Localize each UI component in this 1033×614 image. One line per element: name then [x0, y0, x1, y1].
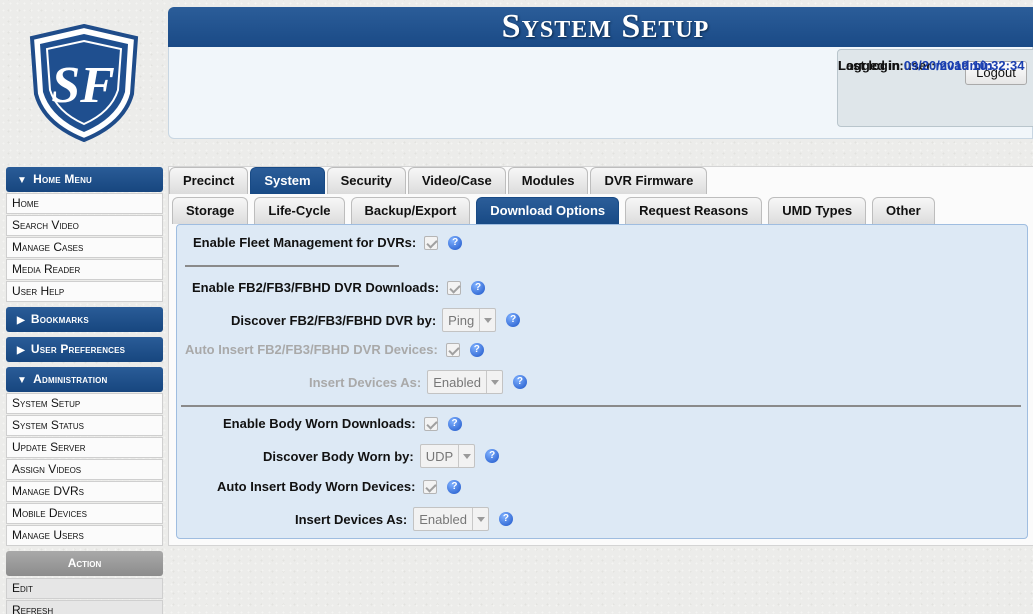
sidebar-item-assign-videos[interactable]: Assign Videos	[6, 459, 163, 480]
header-bar: System Setup	[168, 7, 1033, 47]
fb-auto-insert-label: Auto Insert FB2/FB3/FBHD DVR Devices:	[185, 342, 438, 357]
chevron-down-icon	[471, 508, 488, 530]
bw-insert-as-select[interactable]: Enabled	[413, 507, 489, 531]
sidebar-head-label: Bookmarks	[30, 312, 89, 326]
sidebar: ▼ Home Menu Home Search Video Manage Case…	[6, 167, 163, 614]
fb-discover-label: Discover FB2/FB3/FBHD DVR by:	[231, 312, 437, 328]
help-icon[interactable]: ?	[469, 342, 484, 357]
tab-backup-export[interactable]: Backup/Export	[350, 197, 471, 224]
logo-text: SF	[51, 57, 115, 114]
last-login-value: 09/20/2019 10:32:34	[903, 58, 1025, 73]
bw-auto-insert-row: Auto Insert Body Worn Devices: ?	[217, 479, 462, 494]
fb-discover-row: Discover FB2/FB3/FBHD DVR by: Ping ?	[231, 308, 521, 332]
sidebar-item-system-setup[interactable]: System Setup	[6, 393, 163, 414]
tab-request-reasons[interactable]: Request Reasons	[625, 197, 763, 224]
fb-insert-as-select[interactable]: Enabled	[427, 370, 503, 394]
download-options-panel: Enable Fleet Management for DVRs: ? Enab…	[176, 224, 1028, 539]
fleet-management-checkbox[interactable]	[424, 235, 439, 250]
tab-life-cycle[interactable]: Life-Cycle	[254, 197, 345, 224]
last-login-label: Last login:	[838, 58, 904, 73]
bw-insert-as-row: Insert Devices As: Enabled ?	[295, 507, 513, 531]
chevron-down-icon	[458, 445, 474, 467]
triangle-down-icon: ▼	[17, 375, 28, 386]
bw-insert-as-value: Enabled	[419, 511, 467, 527]
sidebar-item-mobile-devices[interactable]: Mobile Devices	[6, 503, 163, 524]
tab-other[interactable]: Other	[872, 197, 935, 224]
tab-umd-types[interactable]: UMD Types	[768, 197, 867, 224]
fb-discover-value: Ping	[448, 312, 475, 328]
sidebar-item-manage-cases[interactable]: Manage Cases	[6, 237, 163, 258]
tab-security[interactable]: Security	[326, 167, 406, 194]
fb-discover-select[interactable]: Ping	[442, 308, 497, 332]
fb-downloads-row: Enable FB2/FB3/FBHD DVR Downloads: ?	[192, 280, 486, 295]
chevron-down-icon	[479, 309, 495, 331]
company-logo: SF	[29, 24, 139, 142]
divider	[185, 265, 399, 267]
sidebar-item-user-help[interactable]: User Help	[6, 281, 163, 302]
fb-auto-insert-checkbox[interactable]	[445, 342, 460, 357]
sidebar-action-edit[interactable]: Edit	[6, 578, 163, 599]
fb-downloads-label: Enable FB2/FB3/FBHD DVR Downloads:	[192, 280, 440, 295]
divider	[181, 405, 1021, 407]
help-icon[interactable]: ?	[471, 280, 486, 295]
bw-downloads-row: Enable Body Worn Downloads: ?	[223, 416, 462, 431]
help-icon[interactable]: ?	[448, 235, 463, 250]
bw-discover-row: Discover Body Worn by: UDP ?	[263, 444, 500, 468]
fleet-management-row: Enable Fleet Management for DVRs: ?	[193, 235, 463, 250]
primary-tabs: Precinct System Security Video/Case Modu…	[169, 167, 708, 194]
sidebar-head-label: Home Menu	[33, 172, 93, 186]
sidebar-item-home[interactable]: Home	[6, 193, 163, 214]
triangle-right-icon: ▶	[17, 345, 25, 356]
help-icon[interactable]: ?	[447, 479, 462, 494]
sidebar-bookmarks[interactable]: ▶ Bookmarks	[6, 307, 163, 332]
sidebar-action-refresh[interactable]: Refresh	[6, 600, 163, 614]
help-icon[interactable]: ?	[506, 313, 521, 327]
sidebar-item-update-server[interactable]: Update Server	[6, 437, 163, 458]
page-title: System Setup	[501, 8, 710, 45]
fb-insert-as-value: Enabled	[433, 374, 481, 390]
tab-precinct[interactable]: Precinct	[169, 167, 249, 194]
tab-download-options[interactable]: Download Options	[476, 197, 620, 224]
chevron-down-icon	[485, 371, 502, 393]
sidebar-administration[interactable]: ▼ Administration	[6, 367, 163, 392]
tab-storage[interactable]: Storage	[172, 197, 249, 224]
fb-auto-insert-row: Auto Insert FB2/FB3/FBHD DVR Devices: ?	[185, 342, 484, 357]
tab-system[interactable]: System	[250, 167, 325, 194]
sidebar-item-manage-dvrs[interactable]: Manage DVRs	[6, 481, 163, 502]
fb-insert-as-label: Insert Devices As:	[309, 374, 422, 390]
fb-downloads-checkbox[interactable]	[447, 280, 462, 295]
secondary-tabs: Storage Life-Cycle Backup/Export Downloa…	[172, 197, 935, 224]
login-info-box: Logged in user: mvadmin Last login: 09/2…	[837, 49, 1033, 127]
triangle-right-icon: ▶	[17, 315, 25, 326]
bw-auto-insert-label: Auto Insert Body Worn Devices:	[217, 479, 416, 494]
sidebar-item-manage-users[interactable]: Manage Users	[6, 525, 163, 546]
sidebar-item-system-status[interactable]: System Status	[6, 415, 163, 436]
bw-discover-select[interactable]: UDP	[419, 444, 476, 468]
sidebar-head-label: Administration	[33, 372, 108, 386]
sidebar-home-menu[interactable]: ▼ Home Menu	[6, 167, 163, 192]
bw-downloads-label: Enable Body Worn Downloads:	[223, 416, 416, 431]
bw-downloads-checkbox[interactable]	[423, 416, 438, 431]
triangle-down-icon: ▼	[17, 175, 28, 186]
help-icon[interactable]: ?	[498, 512, 513, 526]
help-icon[interactable]: ?	[485, 449, 500, 463]
tab-modules[interactable]: Modules	[507, 167, 589, 194]
sidebar-user-preferences[interactable]: ▶ User Preferences	[6, 337, 163, 362]
bw-discover-label: Discover Body Worn by:	[263, 448, 414, 464]
sidebar-action-header: Action	[6, 551, 163, 576]
fleet-management-label: Enable Fleet Management for DVRs:	[193, 235, 417, 250]
sidebar-item-media-reader[interactable]: Media Reader	[6, 259, 163, 280]
tab-dvr-firmware[interactable]: DVR Firmware	[590, 167, 708, 194]
sidebar-head-label: User Preferences	[30, 342, 126, 356]
help-icon[interactable]: ?	[447, 416, 462, 431]
bw-discover-value: UDP	[425, 448, 454, 464]
fb-insert-as-row: Insert Devices As: Enabled ?	[309, 370, 527, 394]
sidebar-item-search-video[interactable]: Search Video	[6, 215, 163, 236]
tab-video-case[interactable]: Video/Case	[407, 167, 506, 194]
bw-auto-insert-checkbox[interactable]	[423, 479, 438, 494]
help-icon[interactable]: ?	[512, 375, 527, 389]
bw-insert-as-label: Insert Devices As:	[295, 511, 408, 527]
